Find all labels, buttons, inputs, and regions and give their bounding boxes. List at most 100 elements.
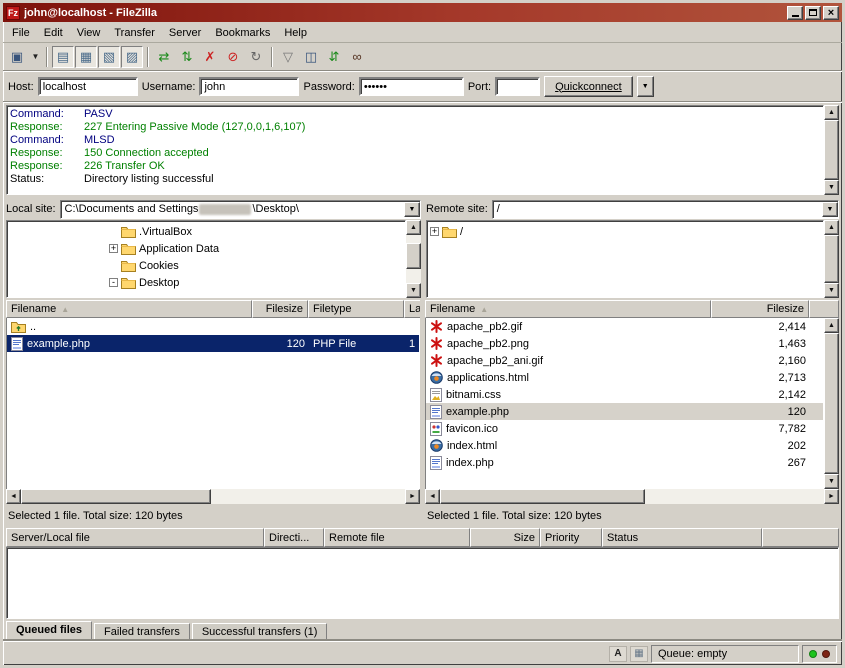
- filter-button[interactable]: ▽: [277, 46, 299, 68]
- password-input[interactable]: [359, 77, 464, 96]
- remote-tree-item[interactable]: +/: [427, 223, 823, 240]
- maximize-button[interactable]: [805, 6, 821, 20]
- column-header-server-local-file[interactable]: Server/Local file: [6, 528, 264, 547]
- scroll-up-button[interactable]: ▲: [406, 220, 421, 235]
- scrollbar-thumb[interactable]: [824, 235, 839, 283]
- local-tree-scrollbar[interactable]: ▲ ▼: [406, 220, 421, 298]
- minimize-button[interactable]: [787, 6, 803, 20]
- quickconnect-dropdown-button[interactable]: ▼: [637, 76, 654, 97]
- column-header-size[interactable]: Size: [470, 528, 540, 547]
- quickconnect-button[interactable]: Quickconnect: [544, 76, 633, 97]
- local-tree-item[interactable]: -Desktop: [7, 274, 405, 291]
- scrollbar-track[interactable]: [211, 489, 405, 504]
- message-log-scrollbar[interactable]: ▲ ▼: [824, 105, 839, 195]
- menu-item-file[interactable]: File: [5, 24, 37, 42]
- local-site-path-combo[interactable]: C:\Documents and Settings \Desktop\ ▼: [60, 200, 421, 219]
- username-input[interactable]: [199, 77, 299, 96]
- scroll-down-button[interactable]: ▼: [406, 283, 421, 298]
- scroll-down-button[interactable]: ▼: [824, 283, 839, 298]
- toggle-remote-tree-button[interactable]: ▧: [98, 46, 120, 68]
- scrollbar-thumb[interactable]: [824, 333, 839, 474]
- scrollbar-track[interactable]: [645, 489, 824, 504]
- remote-list-hscrollbar[interactable]: ◄ ►: [425, 489, 839, 504]
- collapse-icon[interactable]: -: [109, 278, 118, 287]
- scroll-up-button[interactable]: ▲: [824, 220, 839, 235]
- file-row[interactable]: index.html202: [426, 437, 823, 454]
- column-header-filetype[interactable]: Filetype: [308, 300, 404, 318]
- scrollbar-thumb[interactable]: [824, 120, 839, 180]
- file-row[interactable]: favicon.ico7,782: [426, 420, 823, 437]
- host-input[interactable]: [38, 77, 138, 96]
- toggle-local-tree-button[interactable]: ▦: [75, 46, 97, 68]
- local-site-dropdown-button[interactable]: ▼: [404, 202, 420, 217]
- refresh-button[interactable]: ⇄: [153, 46, 175, 68]
- disconnect-button[interactable]: ⊘: [222, 46, 244, 68]
- tab-failed-transfers[interactable]: Failed transfers: [94, 623, 190, 641]
- column-header-filename[interactable]: Filename▲: [425, 300, 711, 318]
- scroll-up-button[interactable]: ▲: [824, 318, 839, 333]
- port-input[interactable]: [495, 77, 540, 96]
- column-header-status[interactable]: Status: [602, 528, 762, 547]
- process-queue-button[interactable]: ⇅: [176, 46, 198, 68]
- toggle-message-log-button[interactable]: ▤: [52, 46, 74, 68]
- site-manager-button[interactable]: ▣: [6, 46, 28, 68]
- local-tree-item[interactable]: +Application Data: [7, 240, 405, 257]
- column-header-last-modified[interactable]: Last modified: [404, 300, 420, 318]
- file-row[interactable]: apache_pb2_ani.gif2,160: [426, 352, 823, 369]
- log-line: Command:MLSD: [10, 134, 820, 147]
- menu-item-edit[interactable]: Edit: [37, 24, 70, 42]
- title-bar[interactable]: Fz john@localhost - FileZilla ×: [3, 3, 842, 22]
- remote-tree-scrollbar[interactable]: ▲ ▼: [824, 220, 839, 298]
- site-manager-dropdown-button[interactable]: ▼: [29, 46, 42, 68]
- column-header-filesize[interactable]: Filesize: [252, 300, 308, 318]
- column-header-remote-file[interactable]: Remote file: [324, 528, 470, 547]
- close-button[interactable]: ×: [823, 6, 839, 20]
- scroll-right-button[interactable]: ►: [824, 489, 839, 504]
- remote-site-dropdown-button[interactable]: ▼: [822, 202, 838, 217]
- expand-icon[interactable]: +: [109, 244, 118, 253]
- local-tree-item[interactable]: Cookies: [7, 257, 405, 274]
- find-files-button[interactable]: ∞: [346, 46, 368, 68]
- menu-item-server[interactable]: Server: [162, 24, 208, 42]
- menu-item-bookmarks[interactable]: Bookmarks: [208, 24, 277, 42]
- expand-icon[interactable]: +: [430, 227, 439, 236]
- scroll-right-button[interactable]: ►: [405, 489, 420, 504]
- local-list-hscrollbar[interactable]: ◄ ►: [6, 489, 420, 504]
- scroll-up-button[interactable]: ▲: [824, 105, 839, 120]
- file-row[interactable]: example.php120: [426, 403, 823, 420]
- local-tree-item[interactable]: .VirtualBox: [7, 223, 405, 240]
- file-row[interactable]: bitnami.css2,142: [426, 386, 823, 403]
- column-header-filename[interactable]: Filename▲: [6, 300, 252, 318]
- column-header-priority[interactable]: Priority: [540, 528, 602, 547]
- scrollbar-thumb[interactable]: [440, 489, 645, 504]
- scroll-down-button[interactable]: ▼: [824, 180, 839, 195]
- remote-list-scrollbar[interactable]: ▲ ▼: [824, 318, 839, 489]
- file-row[interactable]: applications.html2,713: [426, 369, 823, 386]
- tab-queued-files[interactable]: Queued files: [6, 621, 92, 641]
- column-header-filesize[interactable]: Filesize: [711, 300, 809, 318]
- file-row[interactable]: ..: [7, 318, 419, 335]
- column-header-direction[interactable]: Directi...: [264, 528, 324, 547]
- scrollbar-thumb[interactable]: [406, 243, 421, 269]
- reconnect-button[interactable]: ↻: [245, 46, 267, 68]
- remote-site-path-combo[interactable]: / ▼: [492, 200, 839, 219]
- scroll-left-button[interactable]: ◄: [425, 489, 440, 504]
- transfer-queue-list[interactable]: [6, 547, 839, 619]
- scroll-down-button[interactable]: ▼: [824, 474, 839, 489]
- scrollbar-thumb[interactable]: [21, 489, 211, 504]
- scroll-left-button[interactable]: ◄: [6, 489, 21, 504]
- synchronized-browsing-button[interactable]: ⇵: [323, 46, 345, 68]
- directory-comparison-button[interactable]: ◫: [300, 46, 322, 68]
- file-row[interactable]: index.php267: [426, 454, 823, 471]
- file-row[interactable]: example.php120PHP File1: [7, 335, 419, 352]
- tab-successful-transfers-1-[interactable]: Successful transfers (1): [192, 623, 328, 641]
- menu-item-help[interactable]: Help: [277, 24, 314, 42]
- cancel-button[interactable]: ✗: [199, 46, 221, 68]
- toggle-transfer-queue-button[interactable]: ▨: [121, 46, 143, 68]
- file-row[interactable]: apache_pb2.png1,463: [426, 335, 823, 352]
- menu-item-view[interactable]: View: [70, 24, 108, 42]
- scrollbar-track[interactable]: [406, 235, 421, 243]
- file-row[interactable]: apache_pb2.gif2,414: [426, 318, 823, 335]
- scrollbar-track[interactable]: [406, 269, 421, 283]
- menu-item-transfer[interactable]: Transfer: [107, 24, 162, 42]
